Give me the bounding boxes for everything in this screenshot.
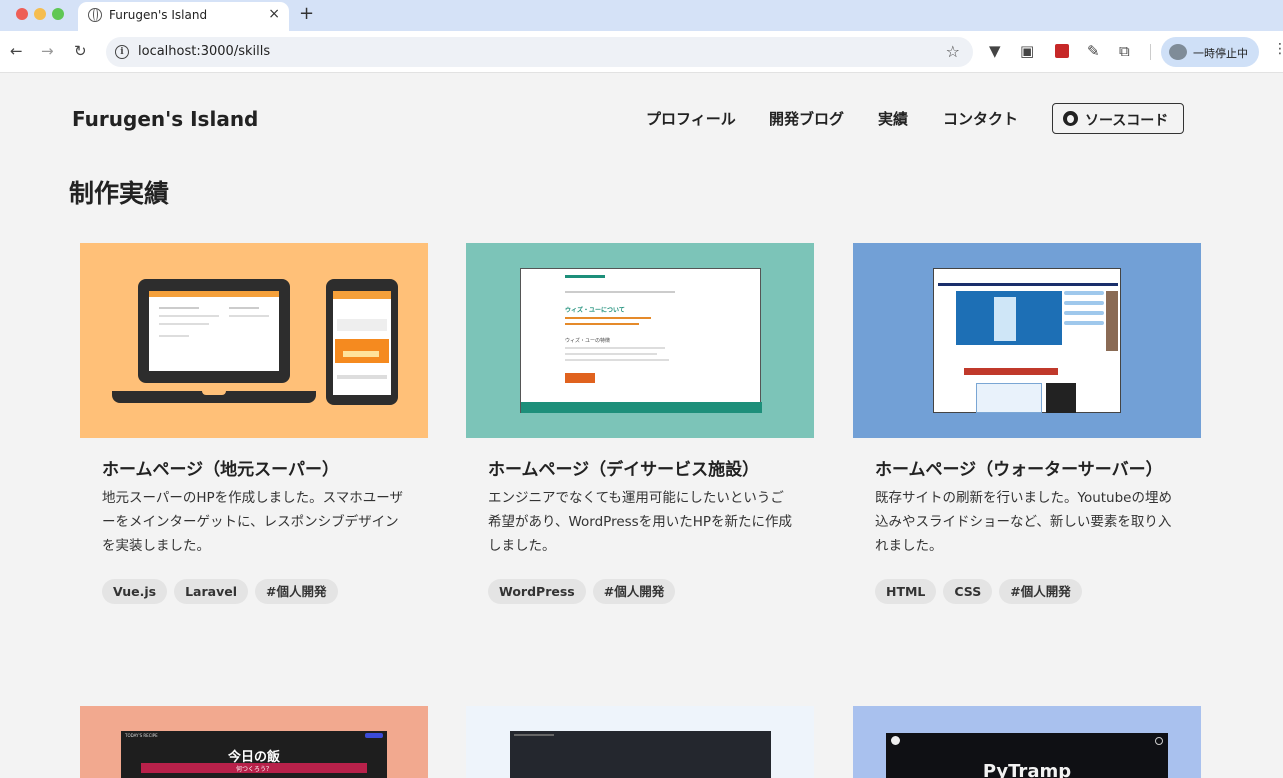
profile-button[interactable]: 一時停止中 bbox=[1161, 37, 1259, 67]
tag-list: Vue.js Laravel #個人開発 bbox=[102, 579, 338, 604]
mock-title: PyTramp bbox=[982, 761, 1072, 778]
site-logo[interactable]: Furugen's Island bbox=[72, 107, 258, 131]
page-title: 制作実績 bbox=[69, 179, 170, 208]
tag[interactable]: CSS bbox=[943, 579, 993, 604]
tag[interactable]: Laravel bbox=[174, 579, 249, 604]
extensions-puzzle-icon[interactable]: ⧉ bbox=[1119, 42, 1130, 60]
tag-list: HTML CSS #個人開発 bbox=[875, 579, 1082, 604]
browser-toolbar: ← → ↻ i localhost:3000/skills ☆ ▼ ▣ ✎ ⧉ bbox=[0, 31, 1283, 73]
mock-label: TODAY'S RECIPE bbox=[125, 733, 158, 738]
extension-clipboard-icon[interactable]: ▣ bbox=[1020, 42, 1034, 60]
work-card-waterserver[interactable]: ホームページ（ウォーターサーバー） 既存サイトの刷新を行いました。Youtube… bbox=[853, 243, 1201, 613]
tag[interactable]: #個人開発 bbox=[255, 579, 338, 604]
nav-link-blog[interactable]: 開発ブログ bbox=[769, 108, 844, 129]
card-thumbnail[interactable] bbox=[80, 243, 428, 438]
work-card-supermarket[interactable]: ホームページ（地元スーパー） 地元スーパーのHPを作成しました。スマホユーザーを… bbox=[80, 243, 428, 613]
tag[interactable]: Vue.js bbox=[102, 579, 168, 604]
work-card-pytramp[interactable]: PyTramp bbox=[853, 706, 1201, 778]
reload-icon[interactable]: ↻ bbox=[74, 42, 87, 60]
tag-list: WordPress #個人開発 bbox=[488, 579, 676, 604]
mock-heading: ウィズ・ユーについて bbox=[565, 307, 625, 314]
browser-tab[interactable]: Furugen's Island × bbox=[78, 2, 289, 31]
globe-icon bbox=[88, 8, 102, 22]
work-card-recipe[interactable]: TODAY'S RECIPE 今日の飯 何つくろう？ bbox=[80, 706, 428, 778]
tag[interactable]: #個人開発 bbox=[999, 579, 1082, 604]
card-description: 既存サイトの刷新を行いました。Youtubeの埋め込みやスライドショーなど、新し… bbox=[875, 490, 1172, 554]
mock-subheading: ウィズ・ユーの特徴 bbox=[565, 338, 611, 344]
card-thumbnail[interactable]: TODAY'S RECIPE 今日の飯 何つくろう？ bbox=[80, 706, 428, 778]
profile-status: 一時停止中 bbox=[1193, 47, 1248, 60]
maximize-window-button[interactable] bbox=[52, 8, 64, 20]
site-info-icon[interactable]: i bbox=[115, 45, 129, 59]
card-thumbnail[interactable] bbox=[466, 706, 814, 778]
mock-app-window bbox=[510, 731, 771, 778]
nav-link-contact[interactable]: コンタクト bbox=[943, 108, 1018, 129]
card-thumbnail[interactable] bbox=[853, 243, 1201, 438]
card-thumbnail[interactable]: ウィズ・ユーについて ウィズ・ユーの特徴 bbox=[466, 243, 814, 438]
mock-app-window: TODAY'S RECIPE 今日の飯 何つくろう？ bbox=[121, 731, 387, 778]
extension-eyedropper-icon[interactable]: ✎ bbox=[1087, 42, 1100, 60]
card-title[interactable]: ホームページ（地元スーパー） bbox=[102, 455, 339, 480]
work-card-dayservice[interactable]: ウィズ・ユーについて ウィズ・ユーの特徴 ホームページ（デイサービス施設） エン… bbox=[466, 243, 814, 613]
card-title[interactable]: ホームページ（ウォーターサーバー） bbox=[875, 455, 1163, 480]
extension-red-icon[interactable] bbox=[1055, 44, 1069, 58]
tag[interactable]: HTML bbox=[875, 579, 937, 604]
browser-menu-icon[interactable]: ⋮ bbox=[1273, 41, 1283, 57]
new-tab-button[interactable]: + bbox=[299, 3, 314, 24]
card-title[interactable]: ホームページ（デイサービス施設） bbox=[488, 455, 759, 480]
back-arrow-icon[interactable]: ← bbox=[10, 42, 23, 60]
address-bar[interactable]: i localhost:3000/skills ☆ bbox=[106, 37, 973, 67]
card-description: エンジニアでなくても運用可能にしたいというご希望があり、WordPressを用い… bbox=[488, 490, 792, 554]
card-description: 地元スーパーのHPを作成しました。スマホユーザーをメインターゲットに、レスポンシ… bbox=[102, 490, 403, 554]
nav-link-works[interactable]: 実績 bbox=[878, 108, 908, 129]
laptop-screen bbox=[149, 291, 279, 371]
nav-link-profile[interactable]: プロフィール bbox=[646, 108, 736, 129]
bookmark-star-icon[interactable]: ☆ bbox=[946, 42, 960, 61]
github-icon bbox=[1063, 111, 1078, 126]
avatar bbox=[1169, 44, 1187, 60]
laptop-notch bbox=[202, 391, 226, 395]
minimize-window-button[interactable] bbox=[34, 8, 46, 20]
work-card-chat[interactable] bbox=[466, 706, 814, 778]
tag[interactable]: #個人開発 bbox=[592, 579, 676, 604]
tab-close-icon[interactable]: × bbox=[268, 6, 280, 22]
mock-browser-window: ウィズ・ユーについて ウィズ・ユーの特徴 bbox=[520, 268, 762, 413]
tab-title: Furugen's Island bbox=[109, 8, 208, 22]
source-code-label: ソースコード bbox=[1085, 113, 1169, 129]
forward-arrow-icon[interactable]: → bbox=[41, 42, 54, 60]
close-window-button[interactable] bbox=[16, 8, 28, 20]
card-thumbnail[interactable]: PyTramp bbox=[853, 706, 1201, 778]
source-code-button[interactable]: ソースコード bbox=[1052, 103, 1184, 134]
mock-app-window: PyTramp bbox=[886, 733, 1168, 778]
tag[interactable]: WordPress bbox=[488, 579, 586, 604]
mock-browser-window bbox=[933, 268, 1121, 413]
url-text[interactable]: localhost:3000/skills bbox=[138, 44, 270, 59]
toolbar-separator bbox=[1150, 44, 1151, 60]
phone-screen bbox=[333, 291, 391, 395]
browser-tab-bar: Furugen's Island × + bbox=[0, 0, 1283, 31]
extension-triangle-icon[interactable]: ▼ bbox=[989, 42, 1001, 60]
mock-subtitle: 何つくろう？ bbox=[235, 766, 272, 773]
